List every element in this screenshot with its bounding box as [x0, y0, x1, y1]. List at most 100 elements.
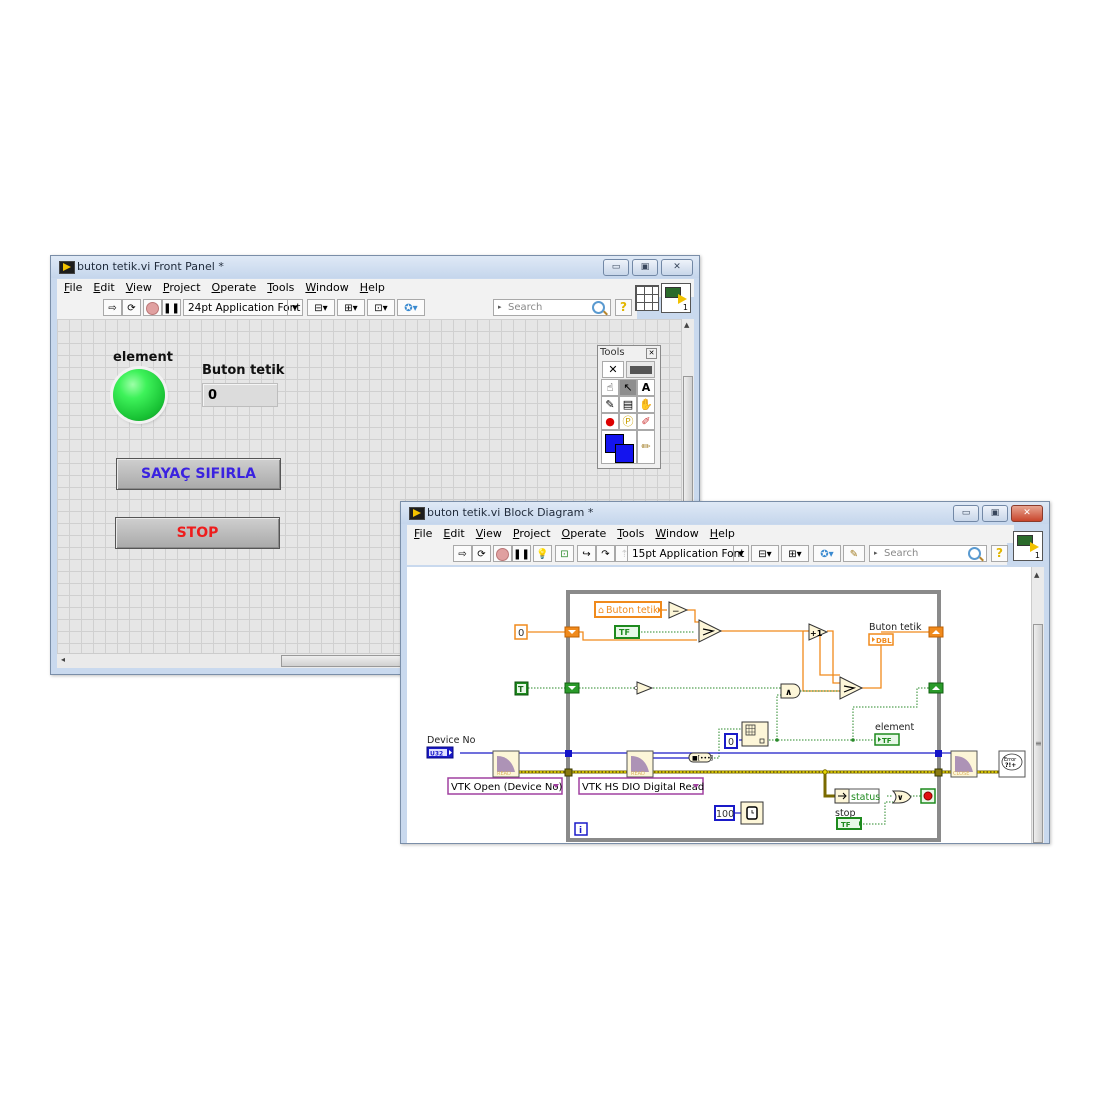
menu-edit[interactable]: Edit — [443, 525, 464, 543]
numeric-constant-zero[interactable]: 0 — [514, 624, 528, 640]
minimize-button[interactable]: ▭ — [953, 505, 979, 522]
menu-view[interactable]: View — [126, 279, 152, 297]
retain-wire-values-button[interactable]: ⊡ — [555, 545, 574, 562]
select-node-1[interactable] — [698, 619, 723, 643]
menu-file[interactable]: File — [64, 279, 82, 297]
menu-tools[interactable]: Tools — [617, 525, 644, 543]
front-panel-titlebar[interactable]: buton tetik.vi Front Panel * ▭ ▣ ✕ — [51, 256, 699, 278]
distribute-objects-button[interactable]: ⊞▾ — [781, 545, 809, 562]
menu-view[interactable]: View — [476, 525, 502, 543]
position-tool-icon[interactable]: ↖ — [619, 379, 637, 396]
set-color-tool-icon[interactable] — [601, 430, 637, 464]
step-over-button[interactable]: ↷ — [596, 545, 615, 562]
menu-tools[interactable]: Tools — [267, 279, 294, 297]
color-brush-tool-icon[interactable]: ✏ — [637, 430, 655, 464]
loop-condition-terminal[interactable] — [920, 788, 936, 804]
menu-window[interactable]: Window — [305, 279, 348, 297]
menu-edit[interactable]: Edit — [93, 279, 114, 297]
simple-error-handler[interactable]: Error ?!+ — [998, 750, 1026, 778]
boolean-constant-true[interactable]: T — [514, 681, 529, 696]
index-array-node[interactable] — [741, 721, 769, 747]
local-variable-buton-tetik[interactable]: ⌂ Buton tetik — [594, 601, 662, 618]
operate-tool-icon[interactable]: ☝ — [601, 379, 619, 396]
iteration-terminal[interactable]: i — [574, 822, 588, 836]
shift-register-numeric-left[interactable] — [564, 626, 580, 638]
vertical-scrollbar[interactable]: ▲ ≡ — [1031, 567, 1044, 843]
shift-register-bool-right[interactable] — [928, 682, 944, 694]
block-diagram-canvas[interactable]: 0 T ⌂ Buton tetik − TF +1 ∧ Buton tetik … — [407, 567, 1031, 843]
block-diagram-titlebar[interactable]: buton tetik.vi Block Diagram * ▭ ▣ ✕ — [401, 502, 1049, 524]
increment-node[interactable]: +1 — [808, 623, 829, 641]
abort-button[interactable] — [493, 545, 512, 562]
automatic-tool-icon[interactable]: ✕ — [602, 361, 624, 378]
menu-operate[interactable]: Operate — [562, 525, 607, 543]
pause-button[interactable]: ❚❚ — [512, 545, 531, 562]
pause-button[interactable]: ❚❚ — [162, 299, 181, 316]
not-node[interactable] — [634, 681, 654, 695]
buton-tetik-indicator-terminal[interactable]: DBL — [868, 633, 894, 646]
search-input[interactable]: ▸ Search — [493, 299, 611, 316]
search-input[interactable]: ▸ Search — [869, 545, 987, 562]
menu-window[interactable]: Window — [655, 525, 698, 543]
stop-button[interactable]: STOP — [115, 517, 280, 549]
menu-file[interactable]: File — [414, 525, 432, 543]
menu-help[interactable]: Help — [360, 279, 385, 297]
boolean-tf-constant[interactable]: TF — [614, 625, 640, 639]
align-objects-button[interactable]: ⊟▾ — [751, 545, 779, 562]
menu-help[interactable]: Help — [710, 525, 735, 543]
font-select[interactable]: 24pt Application Font ▼ — [183, 299, 303, 316]
element-led-terminal[interactable]: TF — [874, 733, 900, 746]
probe-tool-icon[interactable]: Ⓟ — [619, 413, 637, 430]
element-led[interactable] — [113, 369, 165, 421]
vtk-read-polymorphic-selector[interactable]: VTK HS DIO Digital Read — [578, 777, 704, 795]
context-help-button[interactable]: ? — [615, 299, 632, 316]
decrement-node[interactable]: − — [668, 601, 689, 619]
run-continuously-button[interactable]: ⟳ — [472, 545, 491, 562]
menu-project[interactable]: Project — [163, 279, 201, 297]
vtk-open-polymorphic-selector[interactable]: VTK Open (Device No) — [447, 777, 563, 795]
close-button[interactable]: ✕ — [661, 259, 693, 276]
maximize-button[interactable]: ▣ — [982, 505, 1008, 522]
run-button[interactable]: ⇨ — [453, 545, 472, 562]
unbundle-status-node[interactable]: status — [834, 788, 880, 804]
vi-icon[interactable]: 1 — [661, 283, 691, 313]
clean-up-diagram-button[interactable]: ✎ — [843, 545, 865, 562]
text-tool-icon[interactable]: A — [637, 379, 655, 396]
highlight-execution-button[interactable]: 💡 — [533, 545, 552, 562]
font-select[interactable]: 15pt Application Font ▼ — [627, 545, 749, 562]
reorder-button[interactable]: ✪▾ — [813, 545, 841, 562]
vtk-close-subvi[interactable]: CLOSE — [950, 750, 978, 778]
abort-button[interactable] — [143, 299, 162, 316]
number-to-boolean-array-node[interactable]: ■[•••] — [688, 752, 713, 763]
automatic-tool-toggle[interactable] — [626, 361, 655, 378]
or-node[interactable]: ∨ — [891, 790, 912, 804]
device-no-control-terminal[interactable]: U32 — [426, 746, 454, 759]
shift-register-bool-left[interactable] — [564, 682, 580, 694]
run-button[interactable]: ⇨ — [103, 299, 122, 316]
breakpoint-tool-icon[interactable]: ● — [601, 413, 619, 430]
minimize-button[interactable]: ▭ — [603, 259, 629, 276]
shift-register-numeric-right[interactable] — [928, 626, 944, 638]
menu-operate[interactable]: Operate — [212, 279, 257, 297]
distribute-objects-button[interactable]: ⊞▾ — [337, 299, 365, 316]
vtk-read-subvi[interactable]: READ — [626, 750, 654, 778]
align-objects-button[interactable]: ⊟▾ — [307, 299, 335, 316]
wire-tool-icon[interactable]: ✎ — [601, 396, 619, 413]
shortcut-menu-tool-icon[interactable]: ▤ — [619, 396, 637, 413]
color-copy-tool-icon[interactable]: ✐ — [637, 413, 655, 430]
stop-button-terminal[interactable]: TF — [836, 817, 862, 830]
close-button[interactable]: ✕ — [1011, 505, 1043, 522]
select-node-2[interactable] — [839, 676, 864, 700]
wait-ms-constant[interactable]: 100 — [714, 805, 735, 821]
index-constant[interactable]: 0 — [724, 733, 738, 749]
sayac-sifirla-button[interactable]: SAYAÇ SIFIRLA — [116, 458, 281, 490]
reorder-button[interactable]: ✪▾ — [397, 299, 425, 316]
wait-ms-node[interactable] — [740, 801, 764, 825]
step-into-button[interactable]: ↪ — [577, 545, 596, 562]
and-node[interactable]: ∧ — [780, 683, 801, 699]
vi-icon[interactable]: 1 — [1013, 531, 1043, 561]
maximize-button[interactable]: ▣ — [632, 259, 658, 276]
resize-objects-button[interactable]: ⊡▾ — [367, 299, 395, 316]
vtk-open-subvi[interactable]: READ — [492, 750, 520, 778]
menu-project[interactable]: Project — [513, 525, 551, 543]
